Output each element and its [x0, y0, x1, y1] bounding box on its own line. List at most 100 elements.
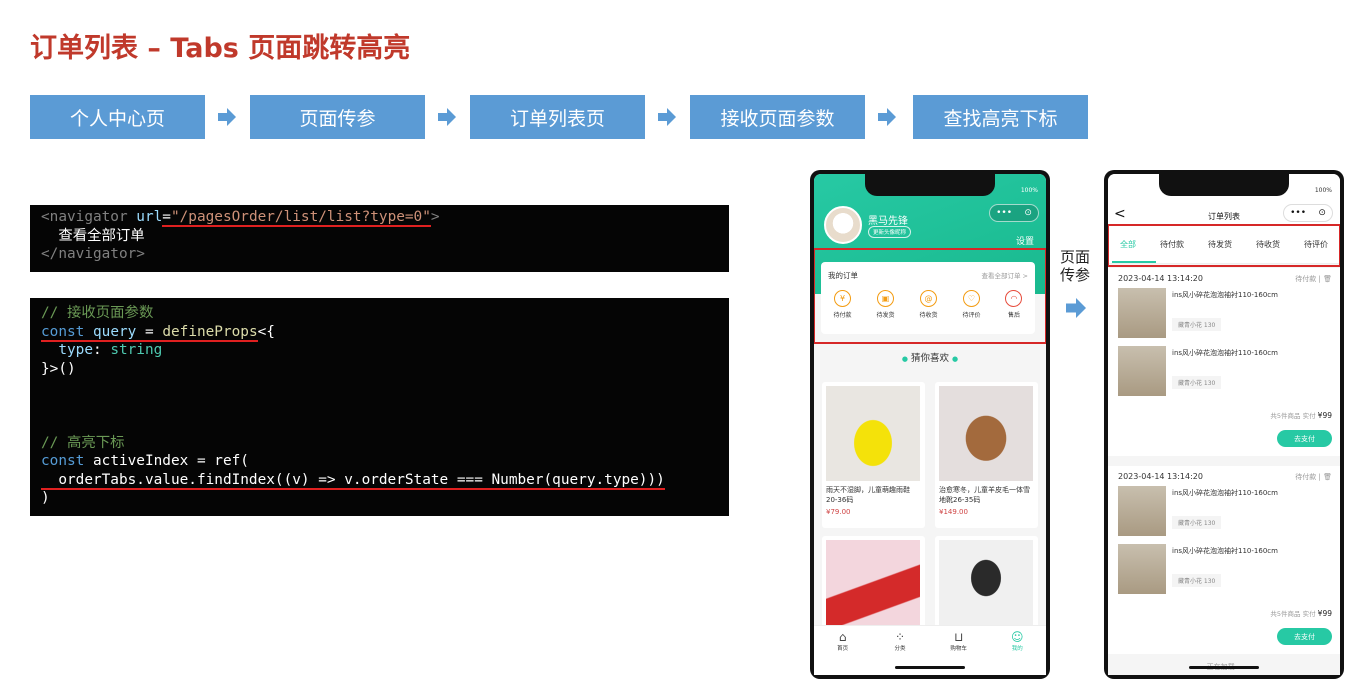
pay-button[interactable]: 去支付: [1277, 628, 1332, 645]
user-icon: ☺: [1011, 630, 1024, 644]
tab-label: 我的: [1011, 646, 1023, 652]
order-entry-label: 待评价: [962, 312, 981, 319]
goods-name: ins风小碎花泡泡袖衬110-160cm: [1172, 489, 1278, 497]
tab-all[interactable]: 全部: [1120, 239, 1136, 250]
arrow-right-icon: [658, 108, 676, 126]
settings-link[interactable]: 设置: [1016, 234, 1034, 247]
flow-step-find-index: 查找高亮下标: [913, 95, 1088, 139]
order-entry-pending-payment[interactable]: ¥ 待付款: [833, 290, 852, 319]
wallet-icon: ¥: [833, 290, 851, 307]
guess-you-like-title: ● 猜你喜欢 ●: [814, 350, 1046, 364]
summary-amount: ¥99: [1317, 609, 1332, 618]
phone-notch: [865, 174, 995, 196]
flow-step-params: 页面传参: [250, 95, 425, 139]
miniprogram-capsule[interactable]: ••• ⊙: [989, 204, 1039, 222]
code-block-script: // 接收页面参数 const query = defineProps<{ ty…: [30, 298, 729, 516]
side-label-line: 传参: [1060, 266, 1091, 284]
more-icon[interactable]: •••: [1290, 208, 1306, 218]
arrow-right-icon: [438, 108, 456, 126]
goods-thumbnail: [1118, 288, 1166, 338]
code-line: 查看全部订单: [41, 227, 145, 244]
summary-amount: ¥99: [1317, 411, 1332, 420]
order-time: 2023-04-14 13:14:20: [1118, 274, 1203, 283]
battery-indicator: 100%: [1314, 187, 1332, 194]
order-time: 2023-04-14 13:14:20: [1118, 472, 1203, 481]
order-item[interactable]: ins风小碎花泡泡袖衬110-160cm 藏青小花 130: [1118, 544, 1318, 596]
code-token: defineProps: [162, 323, 258, 342]
order-entry-pending-receipt[interactable]: @ 待收货: [919, 290, 938, 319]
goods-card[interactable]: 雨天不湿脚，儿童萌趣雨鞋20-36码 ¥79.00: [822, 382, 925, 528]
order-entry-pending-shipment[interactable]: ▣ 待发货: [876, 290, 895, 319]
code-line: </navigator>: [41, 246, 145, 262]
phone-order-list: 100% < 订单列表 ••• ⊙ 全部 待付款 待发货 待收货 待评价 202…: [1104, 170, 1344, 679]
order-item[interactable]: ins风小碎花泡泡袖衬110-160cm 藏青小花 130: [1118, 486, 1318, 538]
view-all-orders-link[interactable]: 查看全部订单 >: [981, 270, 1028, 280]
dot-icon: ●: [901, 355, 908, 363]
order-list-screen: 100% < 订单列表 ••• ⊙ 全部 待付款 待发货 待收货 待评价 202…: [1108, 174, 1340, 675]
code-token: string: [110, 342, 163, 358]
goods-name: ins风小碎花泡泡袖衬110-160cm: [1172, 291, 1278, 299]
code-block-navigator: <navigator url="/pagesOrder/list/list?ty…: [30, 205, 729, 272]
code-token: =: [162, 209, 171, 227]
goods-name: ins风小碎花泡泡袖衬110-160cm: [1172, 349, 1278, 357]
order-entry-label: 售后: [1007, 312, 1020, 319]
code-token: "/pagesOrder/list/list?type=0": [170, 209, 431, 227]
tab-label: 购物车: [950, 646, 967, 652]
order-card: 2023-04-14 13:14:20 待付款 | 🗑 ins风小碎花泡泡袖衬1…: [1108, 466, 1340, 654]
order-entry-pending-review[interactable]: ♡ 待评价: [962, 290, 981, 319]
goods-card[interactable]: 治愈寒冬，儿童羊皮毛一体雪地靴26-35码 ¥149.00: [935, 382, 1038, 528]
goods-name: ins风小碎花泡泡袖衬110-160cm: [1172, 547, 1278, 555]
tab-pending-review[interactable]: 待评价: [1304, 239, 1328, 250]
order-summary: 共5件商品 实付 ¥99: [1270, 410, 1332, 420]
tab-home[interactable]: ⌂ 首页: [836, 630, 850, 675]
tab-my[interactable]: ☺ 我的: [1010, 630, 1024, 675]
order-item[interactable]: ins风小碎花泡泡袖衬110-160cm 藏青小花 130: [1118, 288, 1318, 340]
order-summary: 共5件商品 实付 ¥99: [1270, 608, 1332, 618]
package-icon: ▣: [876, 290, 894, 307]
order-entry-label: 待发货: [876, 312, 895, 319]
tab-pending-receipt[interactable]: 待收货: [1256, 239, 1280, 250]
flow-step-receive-params: 接收页面参数: [690, 95, 865, 139]
edit-profile-button[interactable]: 更新头像昵称: [868, 226, 912, 238]
phone-profile: 100% 黑马先锋 更新头像昵称 ••• ⊙ 设置 我的订单 查看全部订单 > …: [810, 170, 1050, 679]
battery-indicator: 100%: [1020, 187, 1038, 194]
flow-step-profile: 个人中心页: [30, 95, 205, 139]
close-circle-icon[interactable]: ⊙: [1024, 208, 1032, 218]
avatar[interactable]: [824, 206, 862, 244]
order-card: 2023-04-14 13:14:20 待付款 | 🗑 ins风小碎花泡泡袖衬1…: [1108, 268, 1340, 456]
review-icon: ♡: [962, 290, 980, 307]
truck-icon: @: [919, 290, 937, 307]
goods-card[interactable]: [935, 536, 1038, 636]
goods-card[interactable]: [822, 536, 925, 636]
guess-label: 猜你喜欢: [910, 353, 949, 364]
code-line: }>(): [41, 360, 76, 377]
goods-thumbnail: [1118, 544, 1166, 594]
pay-button[interactable]: 去支付: [1277, 430, 1332, 447]
dot-icon: ●: [952, 355, 959, 363]
order-entry-label: 待收货: [919, 312, 938, 319]
order-entry-after-sales[interactable]: ◠ 售后: [1005, 290, 1023, 319]
miniprogram-capsule[interactable]: ••• ⊙: [1283, 204, 1333, 222]
more-icon[interactable]: •••: [996, 208, 1012, 218]
goods-image: [826, 386, 920, 481]
goods-name: 治愈寒冬，儿童羊皮毛一体雪地靴26-35码: [939, 486, 1030, 504]
close-circle-icon[interactable]: ⊙: [1318, 208, 1326, 218]
tab-label: 首页: [837, 646, 849, 652]
order-item[interactable]: ins风小碎花泡泡袖衬110-160cm 藏青小花 130: [1118, 346, 1318, 398]
goods-thumbnail: [1118, 486, 1166, 536]
home-icon: ⌂: [838, 630, 847, 644]
code-line: orderTabs.value.findIndex((v) => v.order…: [41, 471, 665, 490]
side-label: 页面 传参: [1060, 248, 1090, 284]
tab-pending-payment[interactable]: 待付款: [1160, 239, 1184, 250]
arrow-right-icon: [1066, 298, 1086, 318]
user-name: 黑马先锋: [868, 216, 908, 227]
code-token: <{: [257, 323, 275, 340]
code-token: activeIndex = ref(: [84, 453, 249, 469]
tab-pending-shipment[interactable]: 待发货: [1208, 239, 1232, 250]
goods-price: ¥149.00: [939, 508, 968, 516]
code-token: >: [430, 209, 440, 225]
summary-label: 共5件商品 实付: [1270, 412, 1318, 420]
goods-attr: 藏青小花 130: [1172, 318, 1222, 331]
headset-icon: ◠: [1005, 290, 1023, 307]
order-tabs: 全部 待付款 待发货 待收货 待评价: [1108, 226, 1340, 264]
